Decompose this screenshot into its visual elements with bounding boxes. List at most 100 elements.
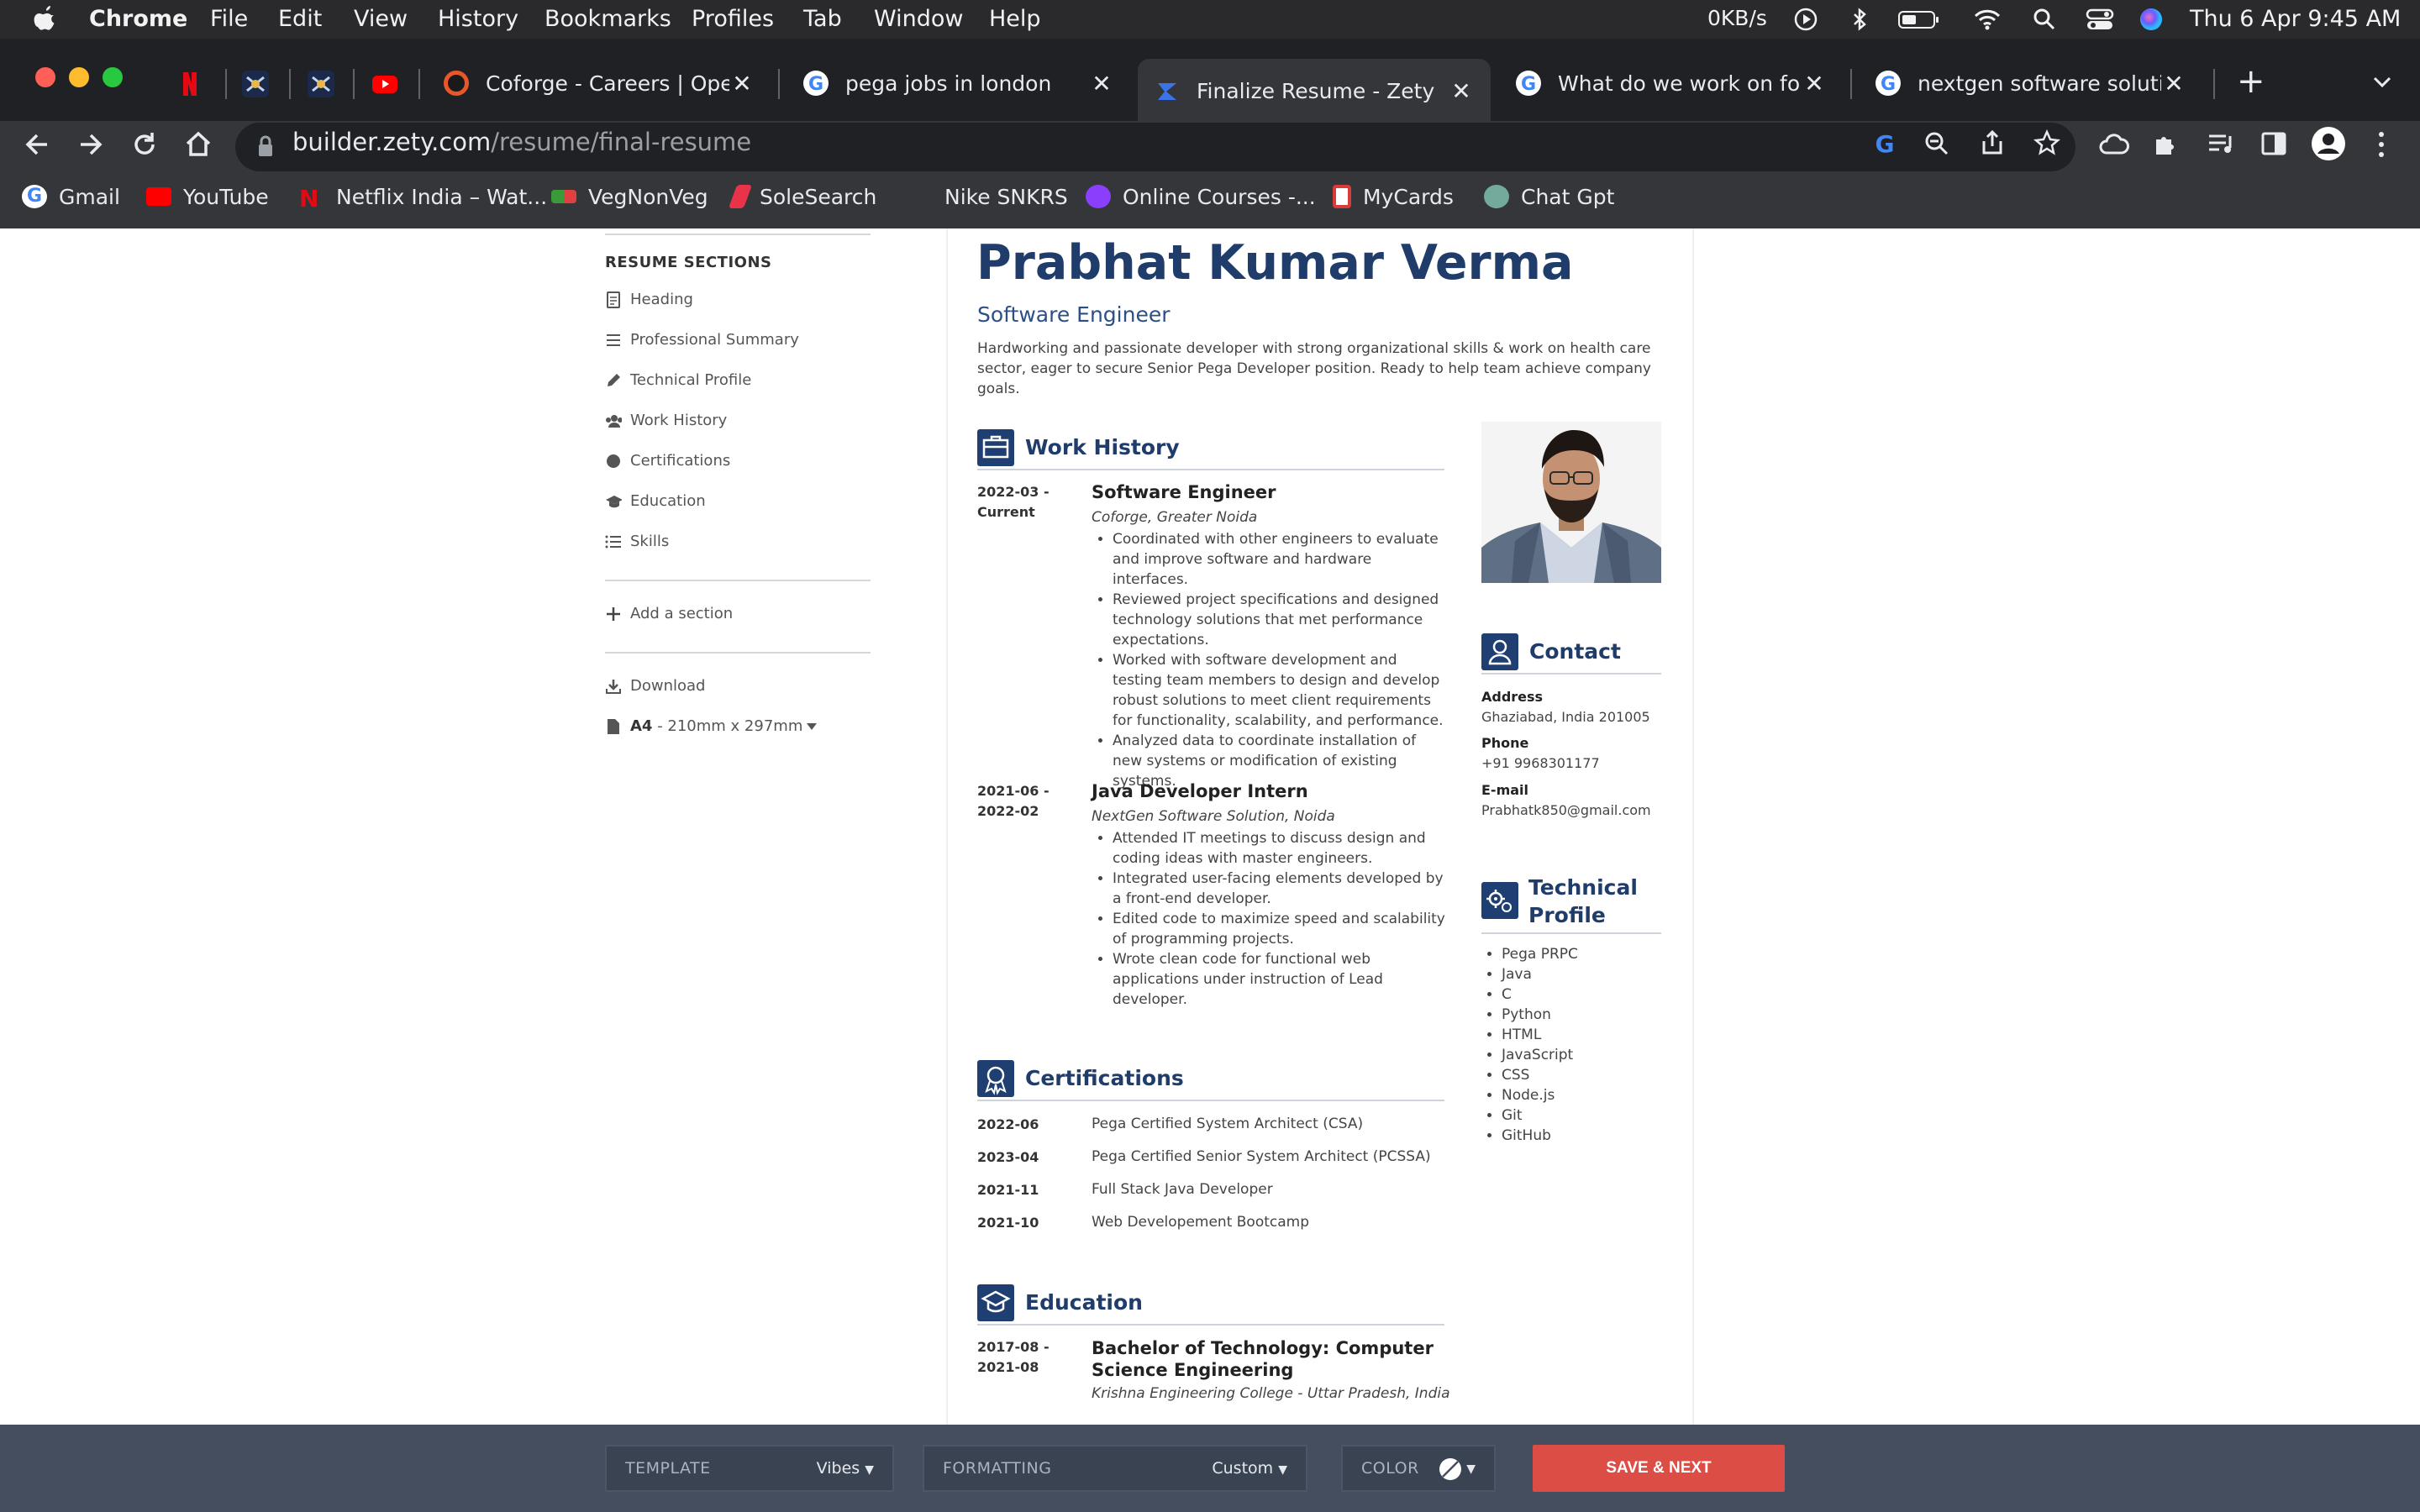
menu-window[interactable]: Window xyxy=(874,6,963,32)
wifi-icon[interactable] xyxy=(1973,7,2002,32)
tab-close-icon[interactable]: ✕ xyxy=(2161,70,2186,97)
edu-date-start: 2017-08 - xyxy=(977,1339,1050,1355)
job-bullets: Coordinated with other engineers to eval… xyxy=(1092,529,1445,791)
save-next-button[interactable]: SAVE & NEXT xyxy=(1533,1445,1785,1492)
technical-profile-heading-line1: Technical xyxy=(1528,875,1638,900)
sidebar-item-technical-profile[interactable]: Technical Profile xyxy=(605,371,751,389)
media-queue-icon[interactable] xyxy=(2207,131,2235,156)
sidebar-item-skills[interactable]: Skills xyxy=(605,533,669,550)
url-text[interactable]: builder.zety.com/resume/final-resume xyxy=(292,128,751,156)
side-panel-icon[interactable] xyxy=(2260,131,2287,156)
pinned-tab-anime-icon[interactable] xyxy=(242,71,269,97)
menu-help[interactable]: Help xyxy=(989,6,1041,32)
play-icon[interactable] xyxy=(1793,7,1818,32)
sidebar-item-professional-summary[interactable]: Professional Summary xyxy=(605,331,799,349)
job-company: Coforge, Greater Noida xyxy=(1092,509,1258,526)
bookmark-chatgpt[interactable]: Chat Gpt xyxy=(1484,181,1614,212)
menu-app-name[interactable]: Chrome xyxy=(89,6,187,32)
window-minimize-button[interactable] xyxy=(69,67,89,87)
google-lens-icon[interactable]: G xyxy=(1870,129,1899,158)
new-tab-plus-icon[interactable]: + xyxy=(2237,62,2265,101)
zoom-icon[interactable] xyxy=(1924,131,1949,156)
tab-title: Finalize Resume - Zety xyxy=(1197,78,1435,103)
list-item: Python xyxy=(1502,1005,1661,1025)
pinned-tab-youtube-icon[interactable] xyxy=(371,71,398,97)
tab-pega-jobs[interactable]: G pega jobs in london ✕ xyxy=(795,59,1123,108)
tab-pega-work[interactable]: G What do we work on for pega ✕ xyxy=(1507,59,1835,108)
back-arrow-icon[interactable] xyxy=(22,129,52,160)
section-divider xyxy=(1481,673,1661,675)
reload-icon[interactable] xyxy=(129,129,160,160)
tab-close-icon[interactable]: ✕ xyxy=(729,70,755,97)
apple-logo-icon[interactable] xyxy=(34,6,57,33)
template-dropdown[interactable]: TEMPLATE Vibes ▼ xyxy=(605,1445,894,1492)
lines-icon xyxy=(605,332,622,349)
chrome-menu-kebab-icon[interactable] xyxy=(2373,129,2390,160)
list-item: Node.js xyxy=(1502,1085,1661,1105)
add-section-button[interactable]: Add a section xyxy=(605,605,733,622)
google-icon: G xyxy=(22,185,47,208)
template-value: Vibes xyxy=(816,1459,860,1478)
list-item: Attended IT meetings to discuss design a… xyxy=(1113,828,1445,869)
paper-size-dropdown[interactable]: A4 - 210mm x 297mm xyxy=(605,717,818,735)
profile-avatar-icon[interactable] xyxy=(2311,126,2346,161)
bookmark-solesearch[interactable]: SoleSearch xyxy=(728,181,876,212)
battery-icon[interactable] xyxy=(1897,7,1941,32)
cert-name: Pega Certified Senior System Architect (… xyxy=(1092,1148,1431,1165)
formatting-dropdown[interactable]: FORMATTING Custom ▼ xyxy=(923,1445,1307,1492)
download-button[interactable]: Download xyxy=(605,677,705,695)
menu-view[interactable]: View xyxy=(354,6,408,32)
tab-nextgen[interactable]: G nextgen software solutions ✕ xyxy=(1867,59,2195,108)
contact-email-label: E-mail xyxy=(1481,782,1529,798)
sidebar-item-work-history[interactable]: Work History xyxy=(605,412,727,429)
forward-arrow-icon[interactable] xyxy=(76,129,106,160)
menu-file[interactable]: File xyxy=(210,6,248,32)
chatgpt-icon xyxy=(1484,185,1509,208)
bookmark-mycards[interactable]: MyCards xyxy=(1333,181,1454,212)
extension-cloud-icon[interactable] xyxy=(2099,131,2129,156)
sidebar-item-certifications[interactable]: Certifications xyxy=(605,452,730,470)
window-zoom-button[interactable] xyxy=(103,67,123,87)
section-divider xyxy=(977,469,1444,470)
tab-search-chevron-icon[interactable] xyxy=(2371,74,2393,91)
menubar-datetime[interactable]: Thu 6 Apr 9:45 AM xyxy=(2190,6,2401,32)
list-item: GitHub xyxy=(1502,1126,1661,1146)
tab-finalize-resume[interactable]: Finalize Resume - Zety ✕ xyxy=(1138,59,1491,123)
bookmark-online-courses[interactable]: Online Courses -... xyxy=(1086,181,1316,212)
menu-history[interactable]: History xyxy=(438,6,518,32)
menu-profiles[interactable]: Profiles xyxy=(692,6,774,32)
menu-tab[interactable]: Tab xyxy=(803,6,842,32)
siri-icon[interactable] xyxy=(2139,7,2164,32)
bookmark-netflix[interactable]: N Netflix India – Wat... xyxy=(299,181,547,213)
tab-close-icon[interactable]: ✕ xyxy=(1449,77,1474,105)
job-date-end: 2022-02 xyxy=(977,803,1039,819)
sidebar-item-education[interactable]: Education xyxy=(605,492,706,510)
list-item: JavaScript xyxy=(1502,1045,1661,1065)
list-item: CSS xyxy=(1502,1065,1661,1085)
extensions-puzzle-icon[interactable] xyxy=(2153,129,2180,156)
tab-coforge[interactable]: Coforge - Careers | Open Jobs ✕ xyxy=(435,59,763,108)
bluetooth-icon[interactable] xyxy=(1847,7,1872,32)
bookmark-youtube[interactable]: YouTube xyxy=(146,181,269,212)
menu-bookmarks[interactable]: Bookmarks xyxy=(544,6,671,32)
control-center-icon[interactable] xyxy=(2086,7,2114,32)
pinned-tab-anime-icon-2[interactable] xyxy=(308,71,334,97)
sidebar-item-heading[interactable]: Heading xyxy=(605,291,693,308)
share-icon[interactable] xyxy=(1980,129,2005,156)
document-icon xyxy=(605,291,622,308)
bookmark-nike-snkrs[interactable]: Nike SNKRS xyxy=(908,181,1068,212)
spotlight-search-icon[interactable] xyxy=(2032,7,2057,32)
resume-preview[interactable] xyxy=(946,228,1694,1425)
bookmark-gmail[interactable]: G Gmail xyxy=(22,181,120,212)
menu-edit[interactable]: Edit xyxy=(278,6,322,32)
contact-person-icon xyxy=(1481,633,1518,670)
lock-icon[interactable] xyxy=(257,134,274,158)
bookmark-star-icon[interactable] xyxy=(2033,129,2060,156)
home-icon[interactable] xyxy=(183,129,213,160)
tab-close-icon[interactable]: ✕ xyxy=(1089,70,1114,97)
tab-close-icon[interactable]: ✕ xyxy=(1802,70,1827,97)
window-close-button[interactable] xyxy=(35,67,55,87)
bookmark-vegnonveg[interactable]: VegNonVeg xyxy=(551,181,708,212)
color-picker[interactable]: COLOR ▼ xyxy=(1341,1445,1496,1492)
pinned-tab-netflix-icon[interactable] xyxy=(176,71,203,97)
